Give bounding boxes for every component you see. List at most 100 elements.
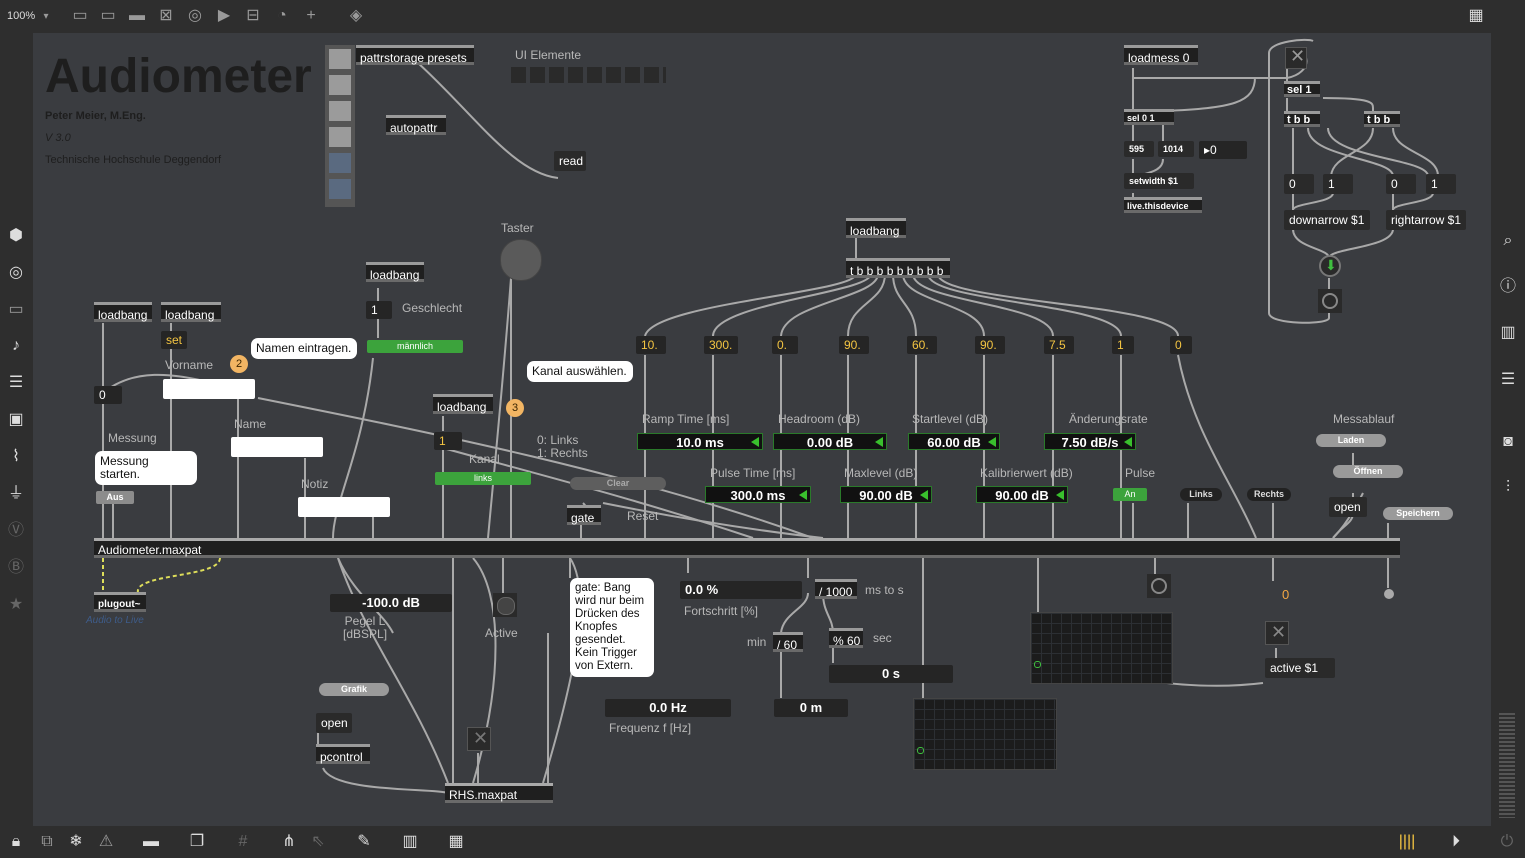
- snowflake-icon[interactable]: ❄: [66, 834, 86, 850]
- preset-slot[interactable]: [329, 179, 351, 199]
- pulse-time-number[interactable]: 300.0 ms: [705, 486, 811, 503]
- pulse-toggle[interactable]: An: [1113, 488, 1147, 501]
- ramp-time-number[interactable]: 10.0 ms: [637, 433, 763, 450]
- bang-button[interactable]: [1318, 289, 1342, 313]
- keyboard-icon[interactable]: ▦: [446, 834, 466, 850]
- sel1-object[interactable]: sel 1: [1284, 81, 1320, 97]
- pattrstorage-object[interactable]: pattrstorage presets: [356, 45, 474, 65]
- preset-value-6[interactable]: 90.: [975, 336, 1005, 354]
- rechts-button[interactable]: Rechts: [1247, 488, 1291, 501]
- number-icon[interactable]: ▶: [214, 8, 234, 24]
- monitor-icon[interactable]: ▭: [6, 302, 26, 318]
- plugout-object[interactable]: plugout~: [94, 592, 146, 612]
- div60-object[interactable]: / 60: [773, 632, 803, 652]
- image-icon[interactable]: ▣: [6, 412, 26, 428]
- rightarrow-message[interactable]: rightarrow $1: [1386, 210, 1466, 230]
- rhs-maxpat-object[interactable]: RHS.maxpat: [445, 783, 553, 803]
- plug-icon[interactable]: ⏚: [6, 486, 26, 502]
- warning-icon[interactable]: ⚠: [96, 834, 116, 850]
- setwidth-message[interactable]: setwidth $1: [1124, 173, 1194, 189]
- clear-button[interactable]: Clear: [570, 477, 666, 490]
- audiometer-maxpat-object[interactable]: Audiometer.maxpat: [94, 538, 1400, 558]
- preset-value-1[interactable]: 10.: [636, 336, 666, 354]
- headroom-number[interactable]: 0.00 dB: [773, 433, 887, 450]
- clip-icon[interactable]: ⌇: [6, 449, 26, 465]
- dial-icon[interactable]: ◔: [272, 8, 292, 24]
- div1000-object[interactable]: / 1000: [815, 579, 857, 599]
- loadbang-object-1[interactable]: loadbang: [94, 302, 152, 322]
- loadbang-kanal-object[interactable]: loadbang: [433, 394, 493, 414]
- laden-button[interactable]: Laden: [1316, 434, 1386, 447]
- preset-value-9[interactable]: 0: [1170, 336, 1192, 354]
- preset-slot[interactable]: [329, 153, 351, 173]
- frequenz-number[interactable]: 0.0 Hz: [605, 699, 731, 717]
- kanal-number[interactable]: 1: [434, 432, 462, 450]
- msg-1[interactable]: 1: [1426, 174, 1456, 194]
- aenderungsrate-number[interactable]: 7.50 dB/s: [1044, 433, 1136, 450]
- messung-number[interactable]: 0: [94, 386, 122, 404]
- kalibrierwert-number[interactable]: 90.00 dB: [976, 486, 1068, 503]
- grafik-button[interactable]: Grafik: [319, 683, 389, 696]
- sel01-object[interactable]: sel 0 1: [1124, 109, 1174, 125]
- tbb-object-1[interactable]: t b b: [1284, 111, 1320, 127]
- wrench-icon[interactable]: ✎: [354, 834, 374, 850]
- grid-icon[interactable]: #: [233, 834, 253, 850]
- message-icon[interactable]: ▬: [127, 8, 147, 24]
- preset-slot[interactable]: [329, 101, 351, 121]
- graph-panel-1[interactable]: [1030, 612, 1173, 684]
- live-thisdevice-object[interactable]: live.thisdevice: [1124, 197, 1202, 213]
- graph-panel-2[interactable]: [913, 698, 1057, 770]
- set-message[interactable]: set: [161, 331, 187, 349]
- preset-grid[interactable]: [325, 45, 355, 207]
- edit-icon[interactable]: ⧉: [37, 834, 57, 850]
- fortschritt-number[interactable]: 0.0 %: [680, 581, 802, 599]
- lock-icon[interactable]: 🔒︎: [6, 834, 26, 850]
- toggle-x[interactable]: ✕: [1265, 621, 1289, 645]
- links-channel-button[interactable]: links: [435, 472, 531, 485]
- startlevel-number[interactable]: 60.00 dB: [908, 433, 1000, 450]
- aus-button[interactable]: Aus: [96, 491, 134, 504]
- cursor-icon[interactable]: ⇖: [308, 834, 328, 850]
- chevron-down-icon[interactable]: ▾: [36, 9, 56, 25]
- hierarchy-icon[interactable]: ⋔: [279, 834, 299, 850]
- comment-icon[interactable]: ▬: [141, 834, 161, 850]
- maennlich-button[interactable]: männlich: [367, 340, 463, 353]
- msg-1[interactable]: 1: [1323, 174, 1353, 194]
- open-message[interactable]: open: [316, 713, 352, 733]
- camera-icon[interactable]: ◙: [1498, 434, 1518, 450]
- minutes-number[interactable]: 0 m: [774, 699, 848, 717]
- preset-slot[interactable]: [329, 49, 351, 69]
- power-icon[interactable]: ⏻: [1497, 834, 1517, 850]
- number-box[interactable]: ▸0: [1199, 141, 1247, 159]
- taster-button[interactable]: [500, 239, 542, 281]
- b-icon[interactable]: Ⓑ: [6, 560, 26, 576]
- msg-0[interactable]: 0: [1386, 174, 1416, 194]
- open-message[interactable]: open: [1329, 497, 1367, 517]
- target-icon[interactable]: ◎: [6, 265, 26, 281]
- active-message[interactable]: active $1: [1265, 658, 1335, 678]
- list-icon[interactable]: ☰: [1498, 372, 1518, 388]
- ui-elements-row[interactable]: [511, 67, 666, 83]
- add-icon[interactable]: +: [301, 8, 321, 24]
- zoom-level[interactable]: 100%: [7, 10, 35, 22]
- toggle-x[interactable]: ✕: [467, 727, 491, 751]
- piano-icon[interactable]: ▥: [400, 834, 420, 850]
- preset-value-4[interactable]: 90.: [839, 336, 869, 354]
- preset-slot[interactable]: [329, 75, 351, 95]
- links-button[interactable]: Links: [1180, 488, 1222, 501]
- info-icon[interactable]: ⓘ: [1498, 279, 1518, 295]
- toggle-icon[interactable]: ⊠: [156, 8, 176, 24]
- preset-slot[interactable]: [329, 127, 351, 147]
- sliders-icon[interactable]: ⫶: [1498, 480, 1518, 496]
- grid-icon[interactable]: ▦: [1466, 8, 1486, 24]
- arrow-down-button[interactable]: ⬇: [1319, 255, 1341, 277]
- pegel-number[interactable]: -100.0 dB: [330, 594, 452, 612]
- button-icon[interactable]: ◎: [185, 8, 205, 24]
- toggle-x[interactable]: ✕: [1285, 46, 1307, 69]
- loadbang-object-2[interactable]: loadbang: [161, 302, 221, 322]
- preset-value-7[interactable]: 7.5: [1044, 336, 1074, 354]
- patcher-canvas[interactable]: Audiometer Peter Meier, M.Eng. V 3.0 Tec…: [33, 33, 1491, 826]
- paint-bucket-icon[interactable]: ◈: [346, 8, 366, 24]
- windows-icon[interactable]: ❐: [187, 834, 207, 850]
- gate-object[interactable]: gate: [567, 505, 601, 525]
